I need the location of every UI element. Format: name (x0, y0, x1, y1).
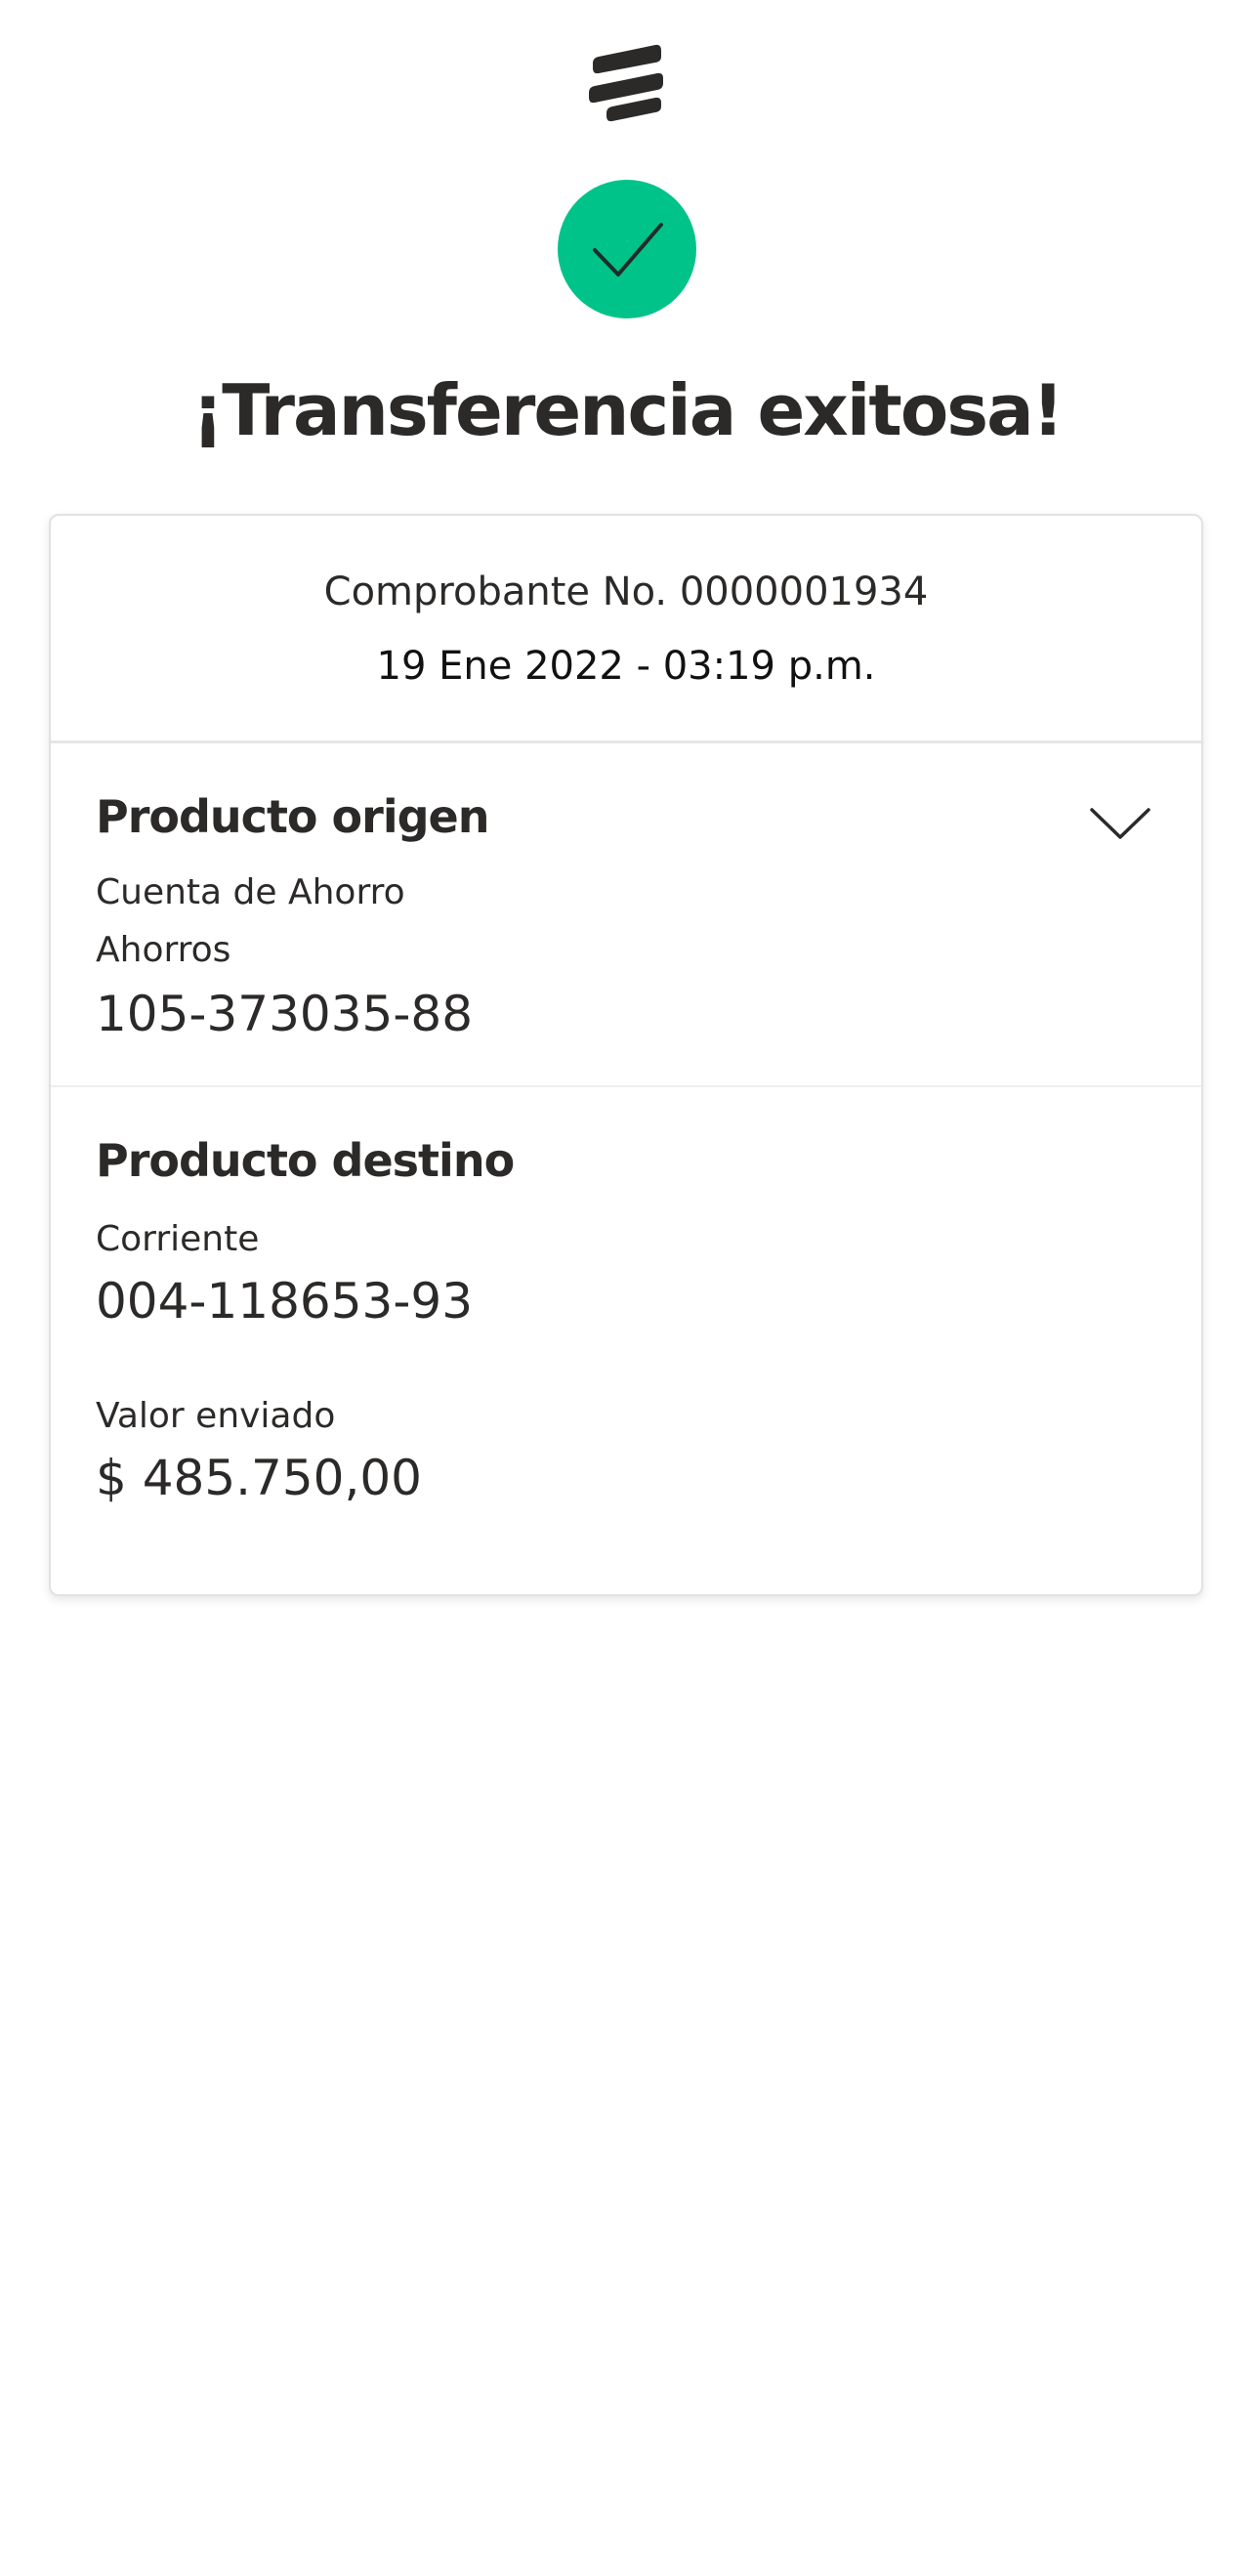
receipt-datetime: 19 Ene 2022 - 03:19 p.m. (376, 644, 876, 689)
origin-account-number: 105-373035-88 (96, 986, 474, 1042)
success-status-icon (558, 180, 696, 318)
page-title: ¡Transferencia exitosa! (191, 369, 1064, 451)
receipt-header: Comprobante No. 0000001934 19 Ene 2022 -… (51, 516, 1201, 743)
amount-label: Valor enviado (96, 1396, 336, 1436)
receipt-number: Comprobante No. 0000001934 (323, 570, 929, 614)
origin-account-subtype: Ahorros (96, 930, 231, 970)
origin-account-type: Cuenta de Ahorro (96, 872, 405, 912)
bank-logo-icon (589, 43, 665, 123)
origin-section-title: Producto origen (96, 790, 489, 843)
receipt-card: Comprobante No. 0000001934 19 Ene 2022 -… (49, 514, 1203, 1596)
destination-product-section: Producto destino Corriente 004-118653-93… (51, 1087, 1201, 1576)
chevron-down-icon[interactable] (1088, 804, 1152, 843)
amount-value: $ 485.750,00 (96, 1450, 422, 1506)
destination-section-title: Producto destino (96, 1134, 515, 1187)
destination-account-type: Corriente (96, 1219, 260, 1259)
check-icon (593, 223, 663, 276)
origin-product-section: Producto origen Cuenta de Ahorro Ahorros… (51, 743, 1201, 1087)
destination-account-number: 004-118653-93 (96, 1273, 474, 1330)
